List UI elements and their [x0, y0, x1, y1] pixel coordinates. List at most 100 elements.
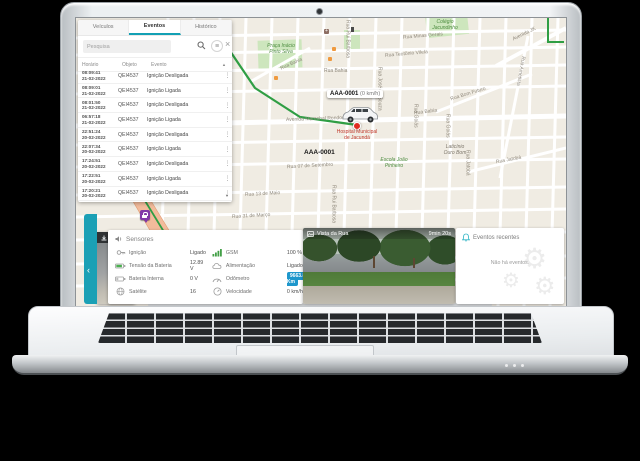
table-row[interactable]: 17:20:2120-02-2022 QEI4537 Ignição Desli…: [78, 187, 232, 202]
table-row[interactable]: 08:09:0121-02-2022 QEI4537 Ignição Ligad…: [78, 84, 232, 99]
event-text: Ignição Ligada: [147, 176, 223, 182]
tree-trunk: [373, 256, 375, 268]
street-label: Rua José de Souza: [376, 67, 382, 111]
event-date: 20-02-2022: [82, 179, 118, 185]
power-icon: [212, 262, 223, 270]
event-text: Ignição Desligada: [147, 73, 223, 79]
church-icon: +: [324, 29, 329, 34]
chevron-left-icon: ‹: [87, 266, 90, 275]
sensor-battery-voltage: Tensão da Bateria 12.89 V: [115, 259, 206, 272]
sensor-label: Alimentação: [226, 263, 284, 269]
base-indicator-dot: [513, 364, 516, 367]
event-date: 20-02-2022: [82, 135, 118, 141]
scroll-up-icon[interactable]: ▲: [222, 62, 232, 67]
school-label: Escola João Pinheiro: [376, 158, 412, 169]
row-menu-icon[interactable]: ⋮: [223, 131, 232, 138]
table-row[interactable]: 08:01:5021-02-2022 QEI4537 Ignição Desli…: [78, 98, 232, 113]
vehicle-name-label: AAA-0001: [304, 149, 335, 156]
streetview-title: Vista da Rua: [317, 231, 348, 237]
col-horario: Horário: [78, 62, 122, 68]
lock-marker[interactable]: [140, 210, 150, 220]
satellite-icon: [115, 287, 126, 296]
row-menu-icon[interactable]: ⋮: [223, 87, 232, 94]
sensor-power: Alimentação Ligado: [212, 259, 308, 272]
sensor-value: Ligado: [190, 250, 206, 256]
search-input[interactable]: [83, 40, 171, 53]
sensor-label: Velocidade: [226, 289, 284, 295]
sensor-grid: Ignição Ligado Tensão da Bateria 12.89 V…: [115, 246, 296, 298]
table-row[interactable]: 17:15:3120-02-2022 QEI4537 Ignição Ligad…: [78, 201, 232, 202]
park-label: Praça Inácio Pinto Silva: [262, 44, 300, 55]
sensor-ignition: Ignição Ligado: [115, 246, 206, 259]
tab-veiculos[interactable]: Veículos: [78, 20, 129, 35]
tab-eventos[interactable]: Eventos: [129, 20, 180, 35]
event-date: 21-02-2022: [82, 76, 118, 82]
search-row: ≡ ×: [78, 36, 232, 58]
tracking-app-screen: Praça Inácio Pinto Silva Rua Bahia Rua B…: [76, 18, 566, 306]
row-menu-icon[interactable]: ⋮: [223, 116, 232, 123]
signal-icon: [212, 248, 223, 257]
collapse-strip[interactable]: ‹: [84, 214, 97, 304]
street-label: Rua Jatobá: [464, 150, 470, 176]
poi-icon: [328, 57, 332, 61]
lock-marker-tip: [144, 220, 148, 223]
street-label: Rua Goiás: [444, 114, 450, 138]
sensor-speed: Velocidade 0 km/h: [212, 285, 308, 298]
event-date: 21-02-2022: [82, 105, 118, 111]
gear-icon: ⚙: [522, 242, 547, 275]
search-icon[interactable]: [197, 41, 206, 50]
table-row[interactable]: 22:51:2420-02-2022 QEI4537 Ignição Desli…: [78, 128, 232, 143]
recent-events-title: Eventos recentes: [473, 235, 519, 241]
recent-events-card: ⚙ ⚙ ⚙ Eventos recentes Não há eventos.: [456, 228, 564, 304]
street-label: Rua Bahia: [324, 69, 347, 75]
tab-bar: Veículos Eventos Histórico: [78, 20, 232, 36]
table-row[interactable]: 06:57:1821-02-2022 QEI4537 Ignição Ligad…: [78, 113, 232, 128]
streetview-toolbar: Vista da Rua 9min 20s: [303, 228, 455, 239]
sensor-label: Odômetro: [226, 276, 284, 282]
event-text: Ignição Ligada: [147, 117, 223, 123]
event-text: Ignição Desligada: [147, 132, 223, 138]
sensor-value: 16: [190, 289, 206, 295]
filter-list-button[interactable]: ≡: [211, 40, 223, 52]
gear-icon: ⚙: [534, 272, 556, 301]
event-date: 20-02-2022: [82, 149, 118, 155]
laptop-mockup: Praça Inácio Pinto Silva Rua Bahia Rua B…: [0, 0, 640, 461]
event-date: 20-02-2022: [82, 164, 118, 170]
row-menu-icon[interactable]: ⋮: [223, 175, 232, 182]
event-date: 20-02-2022: [82, 193, 118, 199]
event-rows: 08:09:4121-02-2022 QEI4537 Ignição Desli…: [78, 69, 232, 202]
event-text: Ignição Desligada: [147, 190, 223, 196]
statue-icon: [351, 27, 354, 32]
speed-icon: [212, 287, 223, 296]
table-row[interactable]: 17:24:5120-02-2022 QEI4537 Ignição Desli…: [78, 157, 232, 172]
event-object: QEI4537: [118, 102, 147, 108]
street-label: Rua Rui Barbosa: [344, 20, 350, 58]
vehicle-marker[interactable]: [340, 106, 380, 124]
event-text: Ignição Ligada: [147, 88, 223, 94]
table-row[interactable]: 17:22:5120-02-2022 QEI4537 Ignição Ligad…: [78, 172, 232, 187]
webcam-dot: [317, 9, 322, 14]
streetview-panel[interactable]: Vista da Rua 9min 20s: [303, 228, 455, 304]
table-row[interactable]: 22:07:3420-02-2022 QEI4537 Ignição Ligad…: [78, 142, 232, 157]
row-menu-icon[interactable]: ⋮: [223, 72, 232, 79]
sensor-label: GSM: [226, 250, 284, 256]
col-objeto: Objeto: [122, 62, 151, 68]
table-row[interactable]: 08:09:4121-02-2022 QEI4537 Ignição Desli…: [78, 69, 232, 84]
laptop-keyboard: [98, 313, 542, 343]
odometer-icon: [212, 275, 223, 283]
scroll-down-icon[interactable]: ▼: [225, 193, 229, 198]
sensor-odometer: Odômetro 9663.81 Km: [212, 272, 308, 285]
sensors-title: Sensores: [126, 236, 153, 243]
vehicle-info-bubble[interactable]: AAA-0001 (0 km/h): [327, 90, 383, 98]
vehicle-speed: (0 km/h): [360, 91, 380, 97]
tab-historico[interactable]: Histórico: [181, 20, 232, 35]
download-icon[interactable]: [101, 235, 107, 241]
event-object: QEI4537: [118, 132, 147, 138]
close-icon[interactable]: ×: [225, 39, 230, 49]
row-menu-icon[interactable]: ⋮: [223, 146, 232, 153]
school-label: Colégio Jacundinho: [428, 20, 462, 31]
sensor-label: Tensão da Bateria: [129, 263, 187, 269]
row-menu-icon[interactable]: ⋮: [223, 160, 232, 167]
hospital-label: Hospital Municipal de Jacundá: [334, 130, 380, 142]
row-menu-icon[interactable]: ⋮: [223, 102, 232, 109]
